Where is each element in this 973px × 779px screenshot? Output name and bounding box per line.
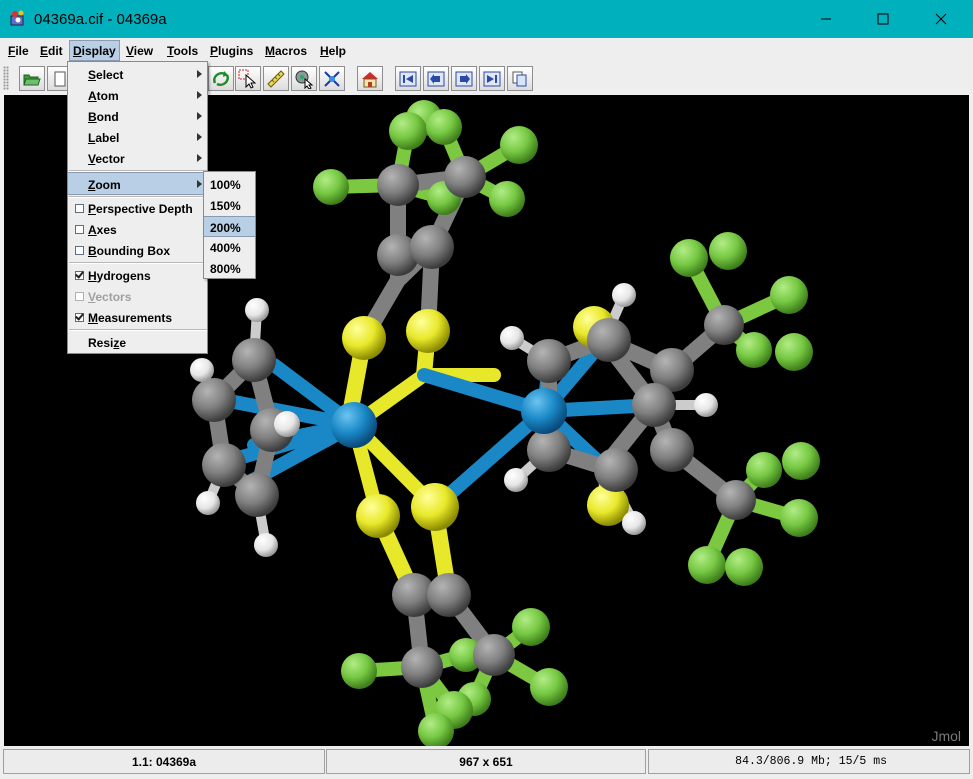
zoom-submenu: 100% 150% 200% 400% 800% <box>203 171 256 279</box>
skip-first-icon <box>399 71 417 86</box>
jmol-watermark: Jmol <box>931 728 961 744</box>
rotate-icon <box>213 70 229 86</box>
menu-edit[interactable]: Edit <box>40 44 63 58</box>
magnify-cursor-icon <box>295 70 314 89</box>
menu-vectors: Vectors <box>68 286 207 307</box>
menu-separator <box>69 262 207 264</box>
menu-atom[interactable]: Atom <box>68 85 207 106</box>
close-button[interactable] <box>917 0 965 38</box>
ruler-icon <box>267 69 285 88</box>
pick-button[interactable] <box>235 66 261 91</box>
menu-vector[interactable]: Vector <box>68 148 207 169</box>
menu-measurements[interactable]: Measurements <box>68 307 207 328</box>
open-file-button[interactable] <box>19 66 45 91</box>
rotate-button[interactable] <box>208 66 234 91</box>
zoom-option-400[interactable]: 400% <box>204 237 255 258</box>
title-bar: 04369a.cif - 04369a <box>0 0 973 38</box>
zoom-option-150[interactable]: 150% <box>204 195 255 216</box>
document-icon <box>54 71 66 86</box>
atoms <box>190 100 820 746</box>
menu-help[interactable]: Help <box>320 44 346 58</box>
move-atom-button[interactable] <box>319 66 345 91</box>
zoom-option-100[interactable]: 100% <box>204 174 255 195</box>
skip-last-icon <box>483 71 501 86</box>
menu-bond[interactable]: Bond <box>68 106 207 127</box>
menu-zoom[interactable]: Zoom <box>68 172 207 195</box>
menu-bounding-box[interactable]: Bounding Box <box>68 240 207 261</box>
status-model: 1.1: 04369a <box>3 749 325 774</box>
checkbox-icon <box>75 225 84 234</box>
arrow-left-icon <box>427 71 445 86</box>
status-memory: 84.3/806.9 Mb; 15/5 ms <box>648 749 970 774</box>
window-title: 04369a.cif - 04369a <box>34 11 167 28</box>
folder-open-icon <box>23 74 41 85</box>
copy-pages-icon <box>512 71 527 86</box>
display-menu: Select Atom Bond Label Vector Zoom Persp… <box>67 61 208 354</box>
next-frame-button[interactable] <box>451 66 477 91</box>
menu-bar: File Edit Display View Tools Plugins Mac… <box>0 38 973 62</box>
maximize-icon <box>877 13 889 25</box>
all-frames-button[interactable] <box>507 66 533 91</box>
checkbox-disabled-icon <box>75 292 84 301</box>
close-icon <box>935 13 947 25</box>
menu-axes[interactable]: Axes <box>68 219 207 240</box>
submenu-arrow-icon <box>197 180 202 188</box>
minimize-icon <box>821 18 831 20</box>
zoom-option-200[interactable]: 200% <box>204 216 255 237</box>
arrow-right-icon <box>455 71 473 86</box>
previous-frame-button[interactable] <box>423 66 449 91</box>
checkbox-icon <box>75 246 84 255</box>
select-cursor-icon <box>238 69 257 89</box>
menu-perspective-depth[interactable]: Perspective Depth <box>68 198 207 219</box>
menu-select[interactable]: Select <box>68 64 207 85</box>
home-icon <box>362 71 378 87</box>
first-frame-button[interactable] <box>395 66 421 91</box>
menu-tools[interactable]: Tools <box>167 44 198 58</box>
status-bar: 1.1: 04369a 967 x 651 84.3/806.9 Mb; 15/… <box>0 746 973 779</box>
submenu-arrow-icon <box>197 154 202 162</box>
measure-button[interactable] <box>263 66 289 91</box>
zoom-option-800[interactable]: 800% <box>204 258 255 279</box>
menu-file[interactable]: File <box>8 44 29 58</box>
jmol-app-icon[interactable] <box>9 9 27 27</box>
maximize-button[interactable] <box>859 0 907 38</box>
checkbox-checked-icon <box>75 271 84 280</box>
minimize-button[interactable] <box>802 0 850 38</box>
checkbox-icon <box>75 204 84 213</box>
menu-hydrogens[interactable]: Hydrogens <box>68 265 207 286</box>
menu-display[interactable]: Display <box>69 40 120 61</box>
submenu-arrow-icon <box>197 91 202 99</box>
checkbox-checked-icon <box>75 313 84 322</box>
submenu-arrow-icon <box>197 133 202 141</box>
cross-arrows-icon <box>324 70 340 87</box>
menu-view[interactable]: View <box>126 44 153 58</box>
distance-button[interactable] <box>291 66 317 91</box>
home-button[interactable] <box>357 66 383 91</box>
menu-separator <box>69 329 207 331</box>
menu-plugins[interactable]: Plugins <box>210 44 253 58</box>
last-frame-button[interactable] <box>479 66 505 91</box>
toolbar-grip[interactable] <box>3 66 9 90</box>
status-size: 967 x 651 <box>326 749 646 774</box>
menu-macros[interactable]: Macros <box>265 44 307 58</box>
submenu-arrow-icon <box>197 70 202 78</box>
menu-label[interactable]: Label <box>68 127 207 148</box>
submenu-arrow-icon <box>197 112 202 120</box>
menu-resize[interactable]: Resize <box>68 332 207 353</box>
